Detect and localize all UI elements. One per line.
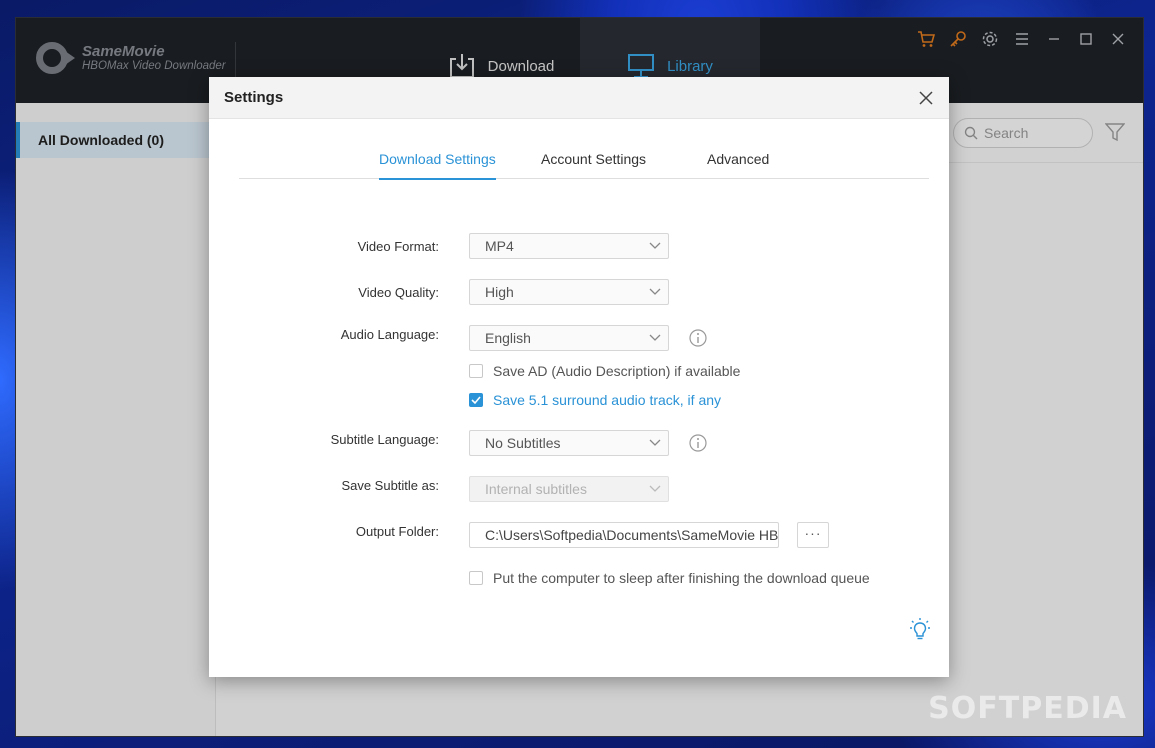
video-quality-select[interactable]: High <box>469 279 669 305</box>
chevron-down-icon <box>649 242 661 249</box>
dialog-close-icon[interactable] <box>917 89 935 107</box>
video-quality-label: Video Quality: <box>358 285 439 300</box>
tab-account-settings[interactable]: Account Settings <box>541 151 646 178</box>
audio-language-info-icon[interactable] <box>689 329 707 347</box>
browse-folder-button[interactable]: ··· <box>797 522 829 548</box>
dialog-title: Settings <box>224 89 284 106</box>
video-quality-value: High <box>485 284 514 300</box>
tab-advanced[interactable]: Advanced <box>707 151 769 178</box>
save-subtitle-as-value: Internal subtitles <box>485 481 587 497</box>
dialog-header: Settings <box>209 77 949 119</box>
save-subtitle-as-label: Save Subtitle as: <box>341 478 439 493</box>
chevron-down-icon <box>649 334 661 341</box>
audio-language-select[interactable]: English <box>469 325 669 351</box>
sleep-after-option[interactable]: Put the computer to sleep after finishin… <box>469 570 870 586</box>
output-folder-label: Output Folder: <box>355 524 439 539</box>
save-subtitle-as-select: Internal subtitles <box>469 476 669 502</box>
video-format-select[interactable]: MP4 <box>469 233 669 259</box>
output-folder-input[interactable]: C:\Users\Softpedia\Documents\SameMovie H… <box>469 522 779 548</box>
softpedia-watermark: SOFTPEDIA <box>928 691 1127 726</box>
subtitle-language-value: No Subtitles <box>485 435 561 451</box>
settings-dialog: Settings Download Settings Account Setti… <box>209 77 949 677</box>
video-format-label: Video Format: <box>357 239 439 254</box>
save-ad-checkbox[interactable] <box>469 364 483 378</box>
tab-download-settings[interactable]: Download Settings <box>379 151 496 180</box>
subtitle-language-label: Subtitle Language: <box>330 432 439 447</box>
sleep-after-checkbox[interactable] <box>469 571 483 585</box>
settings-tabs: Download Settings Account Settings Advan… <box>239 119 929 180</box>
save-surround-option[interactable]: Save 5.1 surround audio track, if any <box>469 392 721 408</box>
save-ad-label: Save AD (Audio Description) if available <box>493 363 741 379</box>
chevron-down-icon <box>649 288 661 295</box>
save-ad-option[interactable]: Save AD (Audio Description) if available <box>469 363 740 379</box>
chevron-down-icon <box>649 485 661 492</box>
subtitle-language-select[interactable]: No Subtitles <box>469 430 669 456</box>
audio-language-value: English <box>485 330 531 346</box>
lightbulb-tip-icon[interactable] <box>909 617 931 641</box>
chevron-down-icon <box>649 439 661 446</box>
checkmark-icon <box>471 396 481 405</box>
save-surround-checkbox[interactable] <box>469 393 483 407</box>
save-surround-label: Save 5.1 surround audio track, if any <box>493 392 722 408</box>
subtitle-language-info-icon[interactable] <box>689 434 707 452</box>
video-format-value: MP4 <box>485 238 514 254</box>
audio-language-label: Audio Language: <box>340 327 439 342</box>
sleep-after-label: Put the computer to sleep after finishin… <box>493 570 870 586</box>
